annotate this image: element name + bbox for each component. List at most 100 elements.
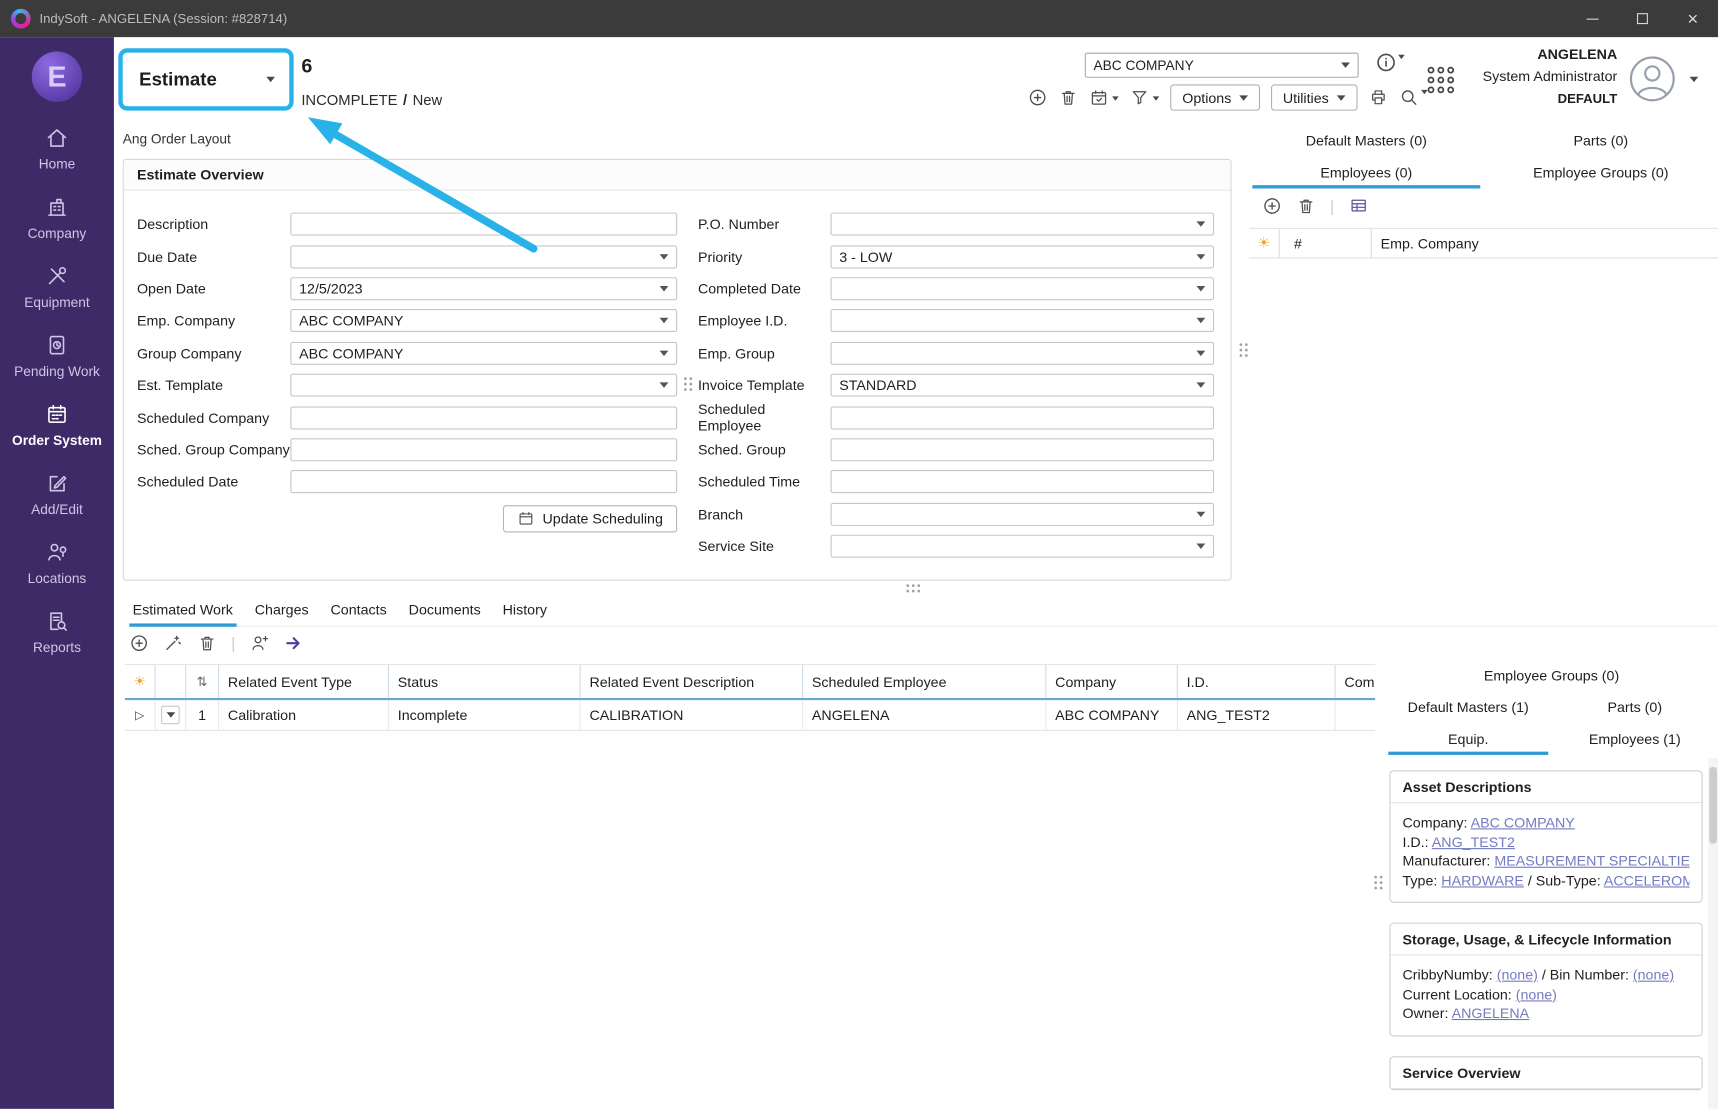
splitter-handle[interactable] bbox=[1373, 874, 1384, 890]
filter-button[interactable] bbox=[1130, 88, 1160, 108]
sched-group-input[interactable] bbox=[831, 438, 1214, 461]
sched-group-company-input[interactable] bbox=[290, 438, 677, 461]
delete-icon[interactable] bbox=[197, 633, 217, 653]
maximize-button[interactable] bbox=[1617, 0, 1667, 37]
search-button[interactable] bbox=[1399, 88, 1427, 108]
minimize-button[interactable] bbox=[1567, 0, 1617, 37]
column-header[interactable]: # bbox=[1280, 229, 1372, 257]
apps-grid-icon[interactable] bbox=[1424, 64, 1457, 97]
completed-date-select[interactable] bbox=[831, 277, 1214, 300]
manufacturer-link[interactable]: MEASUREMENT SPECIALTIES bbox=[1494, 852, 1689, 868]
tab-employee-groups[interactable]: Employee Groups (0) bbox=[1484, 157, 1718, 189]
scheduled-company-input[interactable] bbox=[290, 406, 677, 429]
asset-id-link[interactable]: ANG_TEST2 bbox=[1432, 833, 1515, 849]
sidebar-item-home[interactable]: Home bbox=[0, 115, 114, 184]
tab-documents[interactable]: Documents bbox=[405, 602, 484, 626]
add-icon[interactable] bbox=[1262, 196, 1282, 216]
type-link[interactable]: HARDWARE bbox=[1441, 872, 1524, 888]
delete-icon[interactable] bbox=[1296, 196, 1316, 216]
avatar[interactable] bbox=[1628, 55, 1676, 103]
scheduled-time-input[interactable] bbox=[831, 470, 1214, 493]
scheduled-date-input[interactable] bbox=[290, 470, 677, 493]
scrollbar-thumb[interactable] bbox=[1709, 767, 1717, 844]
est-template-select[interactable] bbox=[290, 374, 677, 397]
tab-contacts[interactable]: Contacts bbox=[327, 602, 390, 626]
sidebar-item-locations[interactable]: Locations bbox=[0, 529, 114, 598]
tab-default-masters[interactable]: Default Masters (0) bbox=[1249, 125, 1483, 157]
owner-link[interactable]: ANGELENA bbox=[1452, 1005, 1530, 1021]
row-dropdown[interactable] bbox=[161, 706, 180, 725]
group-company-select[interactable]: ABC COMPANY bbox=[290, 342, 677, 365]
description-input[interactable] bbox=[290, 213, 677, 236]
assign-person-icon[interactable] bbox=[249, 633, 269, 653]
splitter-handle[interactable] bbox=[905, 583, 921, 594]
column-header[interactable]: Status bbox=[389, 665, 581, 698]
subtype-link[interactable]: ACCELEROMETER bbox=[1604, 872, 1690, 888]
scheduled-employee-input[interactable] bbox=[831, 406, 1214, 429]
sidebar-item-equipment[interactable]: Equipment bbox=[0, 253, 114, 322]
company-link[interactable]: ABC COMPANY bbox=[1471, 814, 1575, 830]
sort-icon[interactable]: ⇅ bbox=[197, 674, 208, 689]
emp-company-select[interactable]: ABC COMPANY bbox=[290, 309, 677, 332]
utilities-button[interactable]: Utilities bbox=[1271, 84, 1357, 110]
column-header[interactable]: I.D. bbox=[1178, 665, 1336, 698]
tab-charges[interactable]: Charges bbox=[251, 602, 311, 626]
scrollbar[interactable] bbox=[1708, 758, 1718, 1109]
tab-employee-groups[interactable]: Employee Groups (0) bbox=[1385, 660, 1718, 692]
user-menu-chevron-icon[interactable] bbox=[1690, 77, 1699, 82]
row-expander-icon[interactable]: ▷ bbox=[135, 708, 144, 722]
tab-employees[interactable]: Employees (1) bbox=[1552, 723, 1718, 755]
splitter-handle[interactable] bbox=[683, 376, 694, 392]
bin-number-link[interactable]: (none) bbox=[1633, 966, 1674, 982]
emp-group-select[interactable] bbox=[831, 342, 1214, 365]
order-type-dropdown[interactable]: Estimate bbox=[123, 53, 290, 107]
open-date-select[interactable]: 12/5/2023 bbox=[290, 277, 677, 300]
column-header[interactable]: Com bbox=[1336, 665, 1375, 698]
employee-id-select[interactable] bbox=[831, 309, 1214, 332]
po-number-select[interactable] bbox=[831, 213, 1214, 236]
company-select[interactable]: ABC COMPANY bbox=[1085, 53, 1359, 78]
sidebar-item-reports[interactable]: Reports bbox=[0, 598, 114, 667]
priority-select[interactable]: 3 - LOW bbox=[831, 245, 1214, 268]
forward-arrow-icon[interactable] bbox=[283, 633, 303, 653]
info-button[interactable] bbox=[1376, 53, 1404, 73]
close-button[interactable]: × bbox=[1668, 0, 1718, 37]
sidebar-item-add-edit[interactable]: Add/Edit bbox=[0, 460, 114, 529]
close-icon: × bbox=[1687, 9, 1698, 28]
tab-default-masters[interactable]: Default Masters (1) bbox=[1385, 691, 1552, 723]
cribby-link[interactable]: (none) bbox=[1497, 966, 1538, 982]
add-icon[interactable] bbox=[129, 633, 149, 653]
tab-equip[interactable]: Equip. bbox=[1385, 723, 1552, 755]
tab-parts[interactable]: Parts (0) bbox=[1552, 691, 1718, 723]
add-icon[interactable] bbox=[1028, 88, 1048, 108]
column-header[interactable]: Scheduled Employee bbox=[803, 665, 1046, 698]
table-row[interactable]: ▷ 1 Calibration Incomplete CALIBRATION A… bbox=[125, 700, 1375, 731]
branch-select[interactable] bbox=[831, 503, 1214, 526]
wand-icon[interactable] bbox=[163, 633, 183, 653]
column-header[interactable]: Related Event Description bbox=[581, 665, 803, 698]
current-location-link[interactable]: (none) bbox=[1516, 986, 1557, 1002]
column-header[interactable]: Related Event Type bbox=[219, 665, 389, 698]
sun-icon[interactable]: ☀ bbox=[133, 673, 146, 691]
tab-history[interactable]: History bbox=[499, 602, 550, 626]
update-scheduling-button[interactable]: Update Scheduling bbox=[503, 505, 677, 532]
column-header[interactable]: Emp. Company bbox=[1372, 229, 1718, 257]
sidebar-item-company[interactable]: Company bbox=[0, 184, 114, 253]
column-header[interactable]: Company bbox=[1046, 665, 1177, 698]
table-view-icon[interactable] bbox=[1348, 196, 1368, 216]
sidebar-item-order-system[interactable]: Order System bbox=[0, 391, 114, 460]
tab-employees[interactable]: Employees (0) bbox=[1249, 157, 1483, 189]
due-date-select[interactable] bbox=[290, 245, 677, 268]
tab-parts[interactable]: Parts (0) bbox=[1484, 125, 1718, 157]
options-button[interactable]: Options bbox=[1170, 84, 1260, 110]
invoice-template-select[interactable]: STANDARD bbox=[831, 374, 1214, 397]
sidebar-item-pending-work[interactable]: Pending Work bbox=[0, 322, 114, 391]
sun-icon[interactable]: ☀ bbox=[1258, 234, 1271, 252]
service-site-select[interactable] bbox=[831, 535, 1214, 558]
delete-icon[interactable] bbox=[1058, 88, 1078, 108]
splitter-handle[interactable] bbox=[1238, 342, 1249, 358]
tab-estimated-work[interactable]: Estimated Work bbox=[129, 602, 236, 626]
print-icon[interactable] bbox=[1368, 88, 1388, 108]
calendar-button[interactable] bbox=[1089, 88, 1119, 108]
sidebar-item-label: Home bbox=[39, 157, 76, 172]
